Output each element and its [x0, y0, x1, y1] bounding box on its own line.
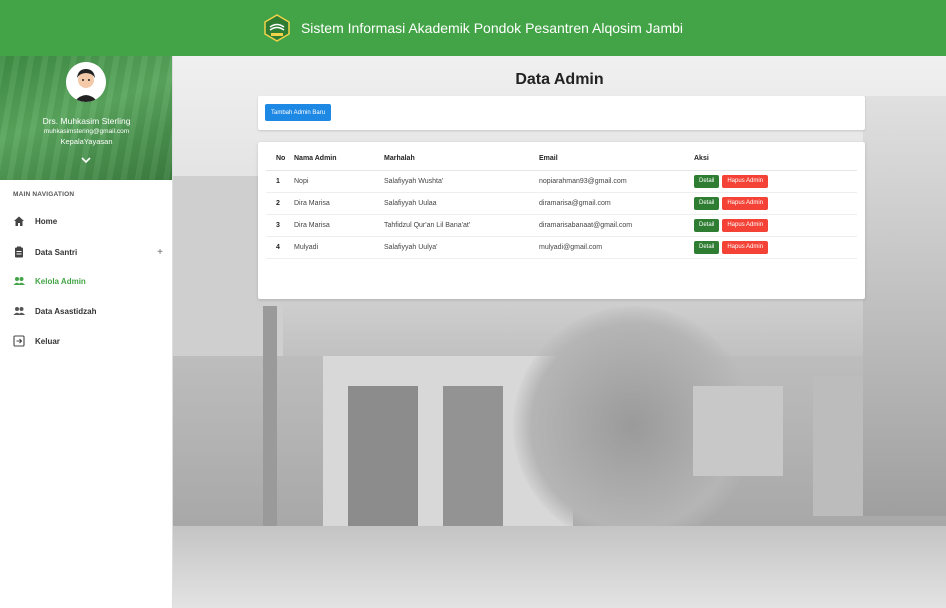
delete-admin-button[interactable]: Hapus Admin: [722, 240, 769, 254]
admin-table: No Nama Admin Marhalah Email Aksi 1 Nopi…: [266, 148, 857, 259]
detail-button[interactable]: Detail: [694, 218, 720, 232]
profile-role: KepalaYayasan: [60, 137, 113, 146]
sidebar-item-data-asastidzah[interactable]: Data Asastidzah: [0, 298, 173, 324]
cell-email: mulyadi@gmail.com: [539, 236, 694, 259]
school-logo-icon: [263, 14, 291, 42]
detail-button[interactable]: Detail: [694, 174, 720, 188]
cell-email: diramarisa@gmail.com: [539, 192, 694, 215]
top-header: Sistem Informasi Akademik Pondok Pesantr…: [0, 0, 946, 56]
sidebar-item-data-santri[interactable]: Data Santri +: [0, 239, 173, 265]
logout-icon: [13, 335, 25, 347]
toolbar-card: Tambah Admin Baru: [258, 96, 865, 130]
clipboard-icon: [13, 246, 25, 258]
people-icon: [13, 275, 25, 287]
cell-aksi: Detail Hapus Admin: [694, 214, 857, 237]
main-content: Data Admin Tambah Admin Baru No Nama Adm…: [173, 56, 946, 608]
avatar: [66, 62, 106, 102]
cell-marhalah: Salafiyyah Wushta': [384, 170, 539, 193]
admin-table-card: No Nama Admin Marhalah Email Aksi 1 Nopi…: [258, 142, 865, 299]
sidebar-item-label: Data Santri: [35, 247, 78, 257]
table-row: 1 Nopi Salafiyyah Wushta' nopiarahman93@…: [266, 170, 857, 193]
column-header-no: No: [266, 148, 294, 171]
sidebar-item-label: Home: [35, 216, 58, 226]
profile-email: muhkasimstering@gmail.com: [43, 128, 130, 135]
app-title: Sistem Informasi Akademik Pondok Pesantr…: [300, 20, 684, 36]
cell-aksi: Detail Hapus Admin: [694, 236, 857, 259]
cell-nama: Dira Marisa: [294, 214, 384, 237]
table-header-row: No Nama Admin Marhalah Email Aksi: [266, 148, 857, 171]
cell-aksi: Detail Hapus Admin: [694, 192, 857, 215]
cell-no: 4: [266, 236, 294, 259]
cell-email: nopiarahman93@gmail.com: [539, 170, 694, 193]
cell-no: 2: [266, 192, 294, 215]
column-header-marhalah: Marhalah: [384, 148, 539, 171]
column-header-aksi: Aksi: [694, 148, 857, 171]
column-header-nama: Nama Admin: [294, 148, 384, 171]
user-profile-panel: Drs. Muhkasim Sterling muhkasimstering@g…: [0, 56, 172, 180]
cell-nama: Nopi: [294, 170, 384, 193]
detail-button[interactable]: Detail: [694, 240, 720, 254]
add-admin-button[interactable]: Tambah Admin Baru: [265, 104, 332, 121]
table-row: 2 Dira Marisa Salafiyyah Uulaa diramaris…: [266, 192, 857, 215]
sidebar-item-label: Kelola Admin: [35, 276, 86, 286]
cell-no: 3: [266, 214, 294, 237]
cell-marhalah: Tahfidzul Qur'an Lil Bana'at': [384, 214, 539, 237]
expand-plus-icon[interactable]: +: [157, 247, 163, 258]
cell-marhalah: Salafiyyah Uulya': [384, 236, 539, 259]
delete-admin-button[interactable]: Hapus Admin: [722, 174, 769, 188]
sidebar-item-label: Data Asastidzah: [35, 306, 97, 316]
sidebar-item-keluar[interactable]: Keluar: [0, 328, 173, 354]
delete-admin-button[interactable]: Hapus Admin: [722, 218, 769, 232]
cell-marhalah: Salafiyyah Uulaa: [384, 192, 539, 215]
sidebar-item-kelola-admin[interactable]: Kelola Admin: [0, 268, 173, 294]
people-icon: [13, 305, 25, 317]
delete-admin-button[interactable]: Hapus Admin: [722, 196, 769, 210]
column-header-email: Email: [539, 148, 694, 171]
sidebar: Drs. Muhkasim Sterling muhkasimstering@g…: [0, 56, 173, 608]
cell-nama: Mulyadi: [294, 236, 384, 259]
page-title: Data Admin: [515, 71, 604, 88]
profile-name: Drs. Muhkasim Sterling: [42, 116, 131, 126]
cell-email: diramarisabanaat@gmail.com: [539, 214, 694, 237]
cell-nama: Dira Marisa: [294, 192, 384, 215]
home-icon: [13, 215, 25, 227]
cell-no: 1: [266, 170, 294, 193]
sidebar-item-label: Keluar: [35, 336, 60, 346]
sidebar-item-home[interactable]: Home: [0, 208, 173, 234]
table-row: 4 Mulyadi Salafiyyah Uulya' mulyadi@gmai…: [266, 236, 857, 259]
table-row: 3 Dira Marisa Tahfidzul Qur'an Lil Bana'…: [266, 214, 857, 237]
detail-button[interactable]: Detail: [694, 196, 720, 210]
cell-aksi: Detail Hapus Admin: [694, 170, 857, 193]
chevron-down-icon[interactable]: [80, 152, 92, 164]
nav-section-header: MAIN NAVIGATION: [13, 191, 75, 198]
